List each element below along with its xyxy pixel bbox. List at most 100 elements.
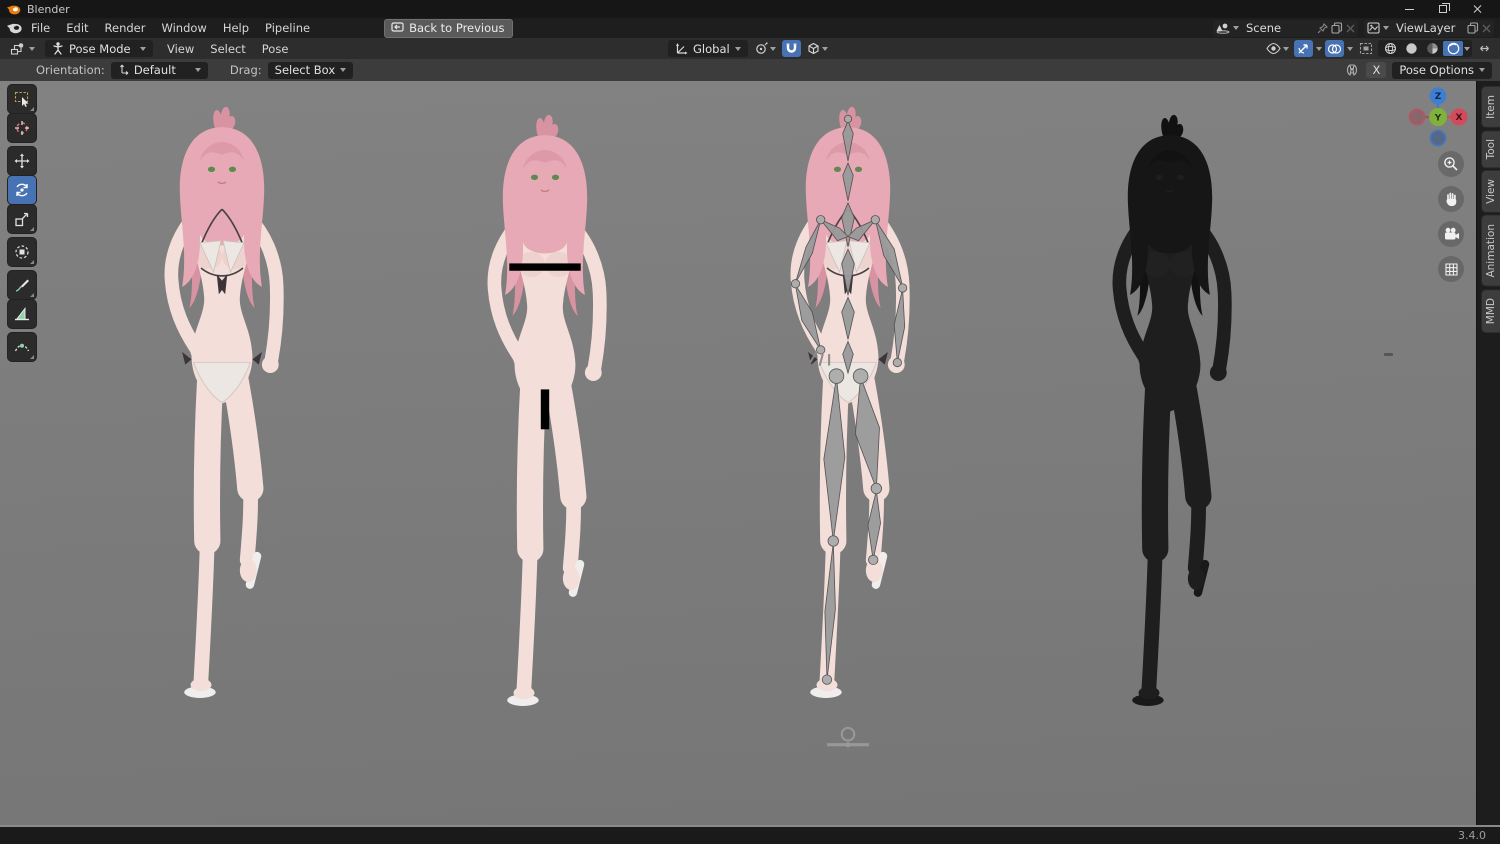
- pose-options-label: Pose Options: [1399, 63, 1474, 77]
- mirror-x-toggle[interactable]: X: [1366, 62, 1387, 78]
- axis-negative-x-ball[interactable]: [1408, 108, 1426, 126]
- scene-selector[interactable]: Scene: [1213, 19, 1358, 37]
- model-wireframe[interactable]: [1065, 108, 1275, 780]
- snap-target-button[interactable]: [805, 40, 830, 57]
- menu-edit[interactable]: Edit: [58, 19, 96, 37]
- orientation-label: Orientation:: [36, 63, 105, 77]
- menu-pipeline[interactable]: Pipeline: [257, 19, 318, 37]
- tool-annotate[interactable]: [8, 271, 36, 299]
- tool-rotate[interactable]: [8, 176, 36, 204]
- shading-solid-button[interactable]: [1401, 41, 1421, 56]
- axis-y-ball[interactable]: Y: [1429, 108, 1447, 126]
- chevron-down-icon: [1283, 46, 1289, 51]
- gizmos-toggle-button[interactable]: [1294, 40, 1313, 57]
- chevron-down-icon[interactable]: [1464, 46, 1470, 51]
- pivot-point-icon: [755, 41, 768, 54]
- unlink-x-icon[interactable]: [1346, 24, 1355, 33]
- x-mirror-icon[interactable]: [1344, 63, 1360, 77]
- pose-options-dropdown[interactable]: Pose Options: [1392, 61, 1492, 79]
- overlays-icon: [1327, 43, 1342, 54]
- tab-view[interactable]: View: [1481, 170, 1500, 214]
- menu-render[interactable]: Render: [97, 19, 154, 37]
- expand-header-button[interactable]: [1475, 40, 1494, 57]
- tab-item[interactable]: Item: [1481, 86, 1500, 128]
- pan-button[interactable]: [1438, 186, 1464, 212]
- rendered-sphere-icon: [1447, 42, 1459, 55]
- tool-pose-breakdowner[interactable]: [8, 333, 36, 361]
- remove-x-icon[interactable]: [1482, 24, 1491, 33]
- menu-pose[interactable]: Pose: [254, 40, 297, 58]
- menu-help[interactable]: Help: [215, 19, 257, 37]
- pivot-point-button[interactable]: [752, 40, 778, 57]
- overlays-toggle-button[interactable]: [1325, 40, 1344, 57]
- pin-icon[interactable]: [1317, 22, 1328, 34]
- transform-icon: [15, 245, 29, 259]
- tab-tool[interactable]: Tool: [1481, 129, 1500, 169]
- menu-window[interactable]: Window: [153, 19, 214, 37]
- navigation-axis-gizmo[interactable]: Z X Y: [1406, 85, 1470, 149]
- scene-name: Scene: [1246, 21, 1282, 35]
- model-with-armature[interactable]: [743, 100, 953, 772]
- tool-select-box[interactable]: [8, 85, 36, 113]
- minimize-button[interactable]: [1392, 0, 1426, 18]
- pose-mode-armature-icon: [53, 42, 63, 55]
- camera-icon: [1444, 227, 1459, 240]
- model-censored[interactable]: [440, 108, 650, 780]
- drag-dropdown[interactable]: Select Box: [267, 61, 354, 79]
- mode-label: Pose Mode: [69, 41, 131, 56]
- chevron-down-icon: [29, 46, 35, 51]
- orientation-axes-icon: [676, 43, 688, 55]
- tool-cursor[interactable]: [8, 114, 36, 142]
- cursor-3d-icon: [15, 121, 29, 135]
- viewport-canvas[interactable]: Z X Y Item Tool View Animation MMD: [0, 81, 1500, 827]
- viewlayer-name: ViewLayer: [1396, 21, 1456, 35]
- chevron-down-icon: [194, 68, 201, 72]
- new-copy-icon[interactable]: [1331, 22, 1343, 34]
- viewport-nav-buttons: [1438, 151, 1464, 282]
- shading-rendered-button[interactable]: [1443, 41, 1463, 56]
- status-bar: 3.4.0: [0, 827, 1500, 844]
- back-to-previous-button[interactable]: Back to Previous: [384, 18, 514, 38]
- new-copy-icon[interactable]: [1467, 22, 1479, 34]
- zoom-button[interactable]: [1438, 151, 1464, 177]
- camera-view-button[interactable]: [1438, 221, 1464, 247]
- window-title: Blender: [27, 2, 70, 16]
- close-button[interactable]: [1460, 0, 1494, 18]
- shading-material-button[interactable]: [1422, 41, 1442, 56]
- snap-toggle-button[interactable]: [781, 40, 801, 57]
- xray-toggle-button[interactable]: [1356, 40, 1375, 57]
- tool-move[interactable]: [8, 147, 36, 175]
- orthographic-toggle-button[interactable]: [1438, 256, 1464, 282]
- model-textured[interactable]: [117, 100, 327, 772]
- shading-wireframe-button[interactable]: [1380, 41, 1400, 56]
- app-menu-blender-icon[interactable]: [6, 21, 23, 35]
- chevron-down-icon[interactable]: [1316, 46, 1322, 51]
- transform-orientation-dropdown[interactable]: Global: [668, 40, 748, 57]
- tool-scale[interactable]: [8, 205, 36, 233]
- minimize-icon: [1404, 8, 1414, 10]
- tab-animation[interactable]: Animation: [1481, 215, 1500, 287]
- tool-measure[interactable]: [8, 300, 36, 328]
- viewlayer-selector[interactable]: ViewLayer: [1364, 19, 1494, 37]
- chevron-down-icon: [734, 46, 741, 51]
- menu-file[interactable]: File: [23, 19, 58, 37]
- tool-transform[interactable]: [8, 238, 36, 266]
- menu-view[interactable]: View: [159, 40, 202, 58]
- title-bar: Blender: [0, 0, 1500, 18]
- orientation-default-dropdown[interactable]: Default: [110, 61, 208, 79]
- back-to-previous-label: Back to Previous: [409, 20, 505, 35]
- menu-select[interactable]: Select: [202, 40, 253, 58]
- axis-negative-z-ball[interactable]: [1429, 129, 1447, 147]
- axis-x-ball[interactable]: X: [1450, 108, 1468, 126]
- editor-type-button[interactable]: [6, 40, 39, 58]
- scale-icon: [15, 212, 29, 227]
- hand-icon: [1446, 192, 1456, 207]
- mode-dropdown[interactable]: Pose Mode: [45, 40, 153, 57]
- chevron-down-icon[interactable]: [1347, 46, 1353, 51]
- version-label: 3.4.0: [1458, 829, 1486, 842]
- tab-mmd[interactable]: MMD: [1481, 288, 1500, 333]
- axis-z-ball[interactable]: Z: [1429, 87, 1447, 105]
- restore-button[interactable]: [1426, 0, 1460, 18]
- svg-text:Y: Y: [1434, 113, 1442, 123]
- show-object-types-button[interactable]: [1264, 40, 1291, 57]
